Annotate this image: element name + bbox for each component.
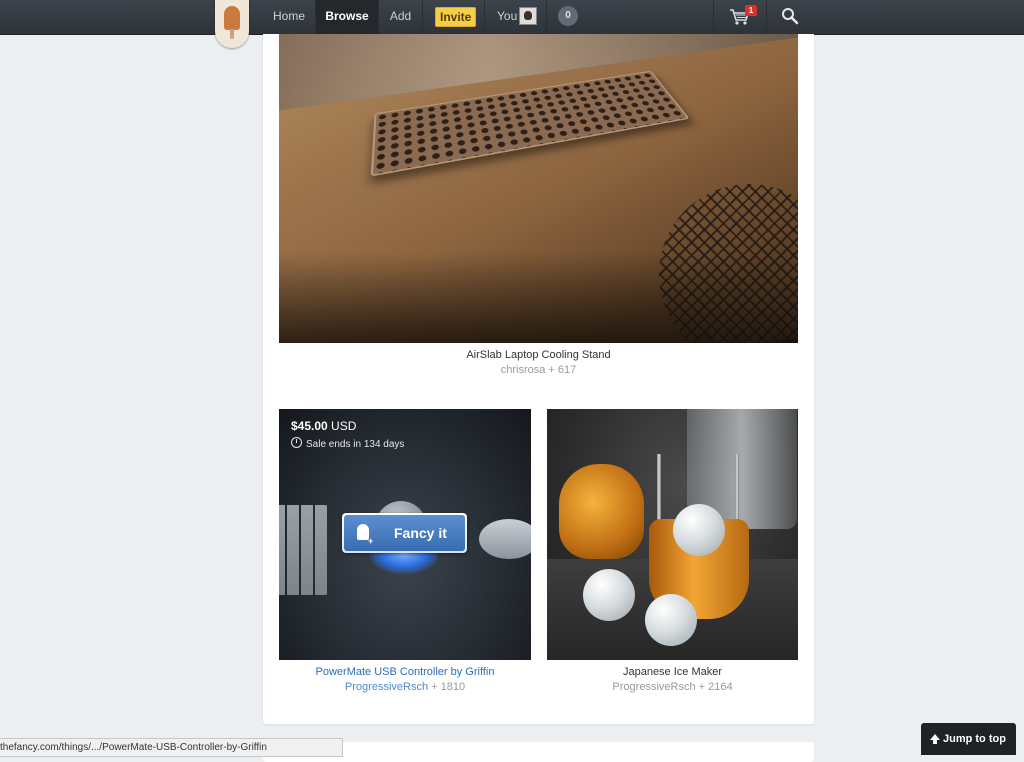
search-icon[interactable] — [781, 7, 799, 25]
image-ice-ball — [583, 569, 635, 621]
nav-divider — [484, 0, 485, 34]
airslab-title-link[interactable]: AirSlab Laptop Cooling Stand — [279, 349, 798, 361]
price-currency: USD — [331, 419, 356, 433]
nav-divider — [422, 0, 423, 34]
avatar[interactable] — [519, 7, 537, 25]
notification-count-badge[interactable]: 0 — [558, 6, 578, 26]
fancy-it-button[interactable]: + Fancy it — [342, 513, 467, 553]
image-mouse — [479, 519, 531, 559]
invite-button[interactable]: Invite — [435, 7, 476, 27]
sale-text: Sale ends in 134 days — [306, 439, 404, 450]
nav-divider — [546, 0, 547, 34]
nav-divider — [766, 0, 767, 34]
image-shadow — [279, 254, 798, 343]
plus-icon: + — [368, 537, 373, 546]
ice-maker-user-link[interactable]: ProgressiveRsch — [612, 681, 695, 693]
logo-popsicle-icon[interactable] — [215, 0, 249, 48]
image-ice-ball — [645, 594, 697, 646]
price-amount: $45.00 — [291, 419, 328, 433]
nav-home-link[interactable]: Home — [264, 0, 314, 34]
fancy-it-button-face: + Fancy it — [344, 515, 465, 551]
clock-icon — [291, 437, 302, 448]
powermate-fancy-count: + 1810 — [431, 681, 465, 693]
nav-divider — [713, 0, 714, 34]
image-keyboard — [279, 505, 329, 595]
popsicle-stick — [230, 29, 234, 39]
ice-maker-attribution: ProgressiveRsch + 2164 — [547, 681, 798, 693]
powermate-user-link[interactable]: ProgressiveRsch — [345, 681, 428, 693]
arrow-up-stem — [933, 739, 937, 744]
airslab-fancy-count: + 617 — [548, 364, 576, 376]
airslab-user-link[interactable]: chrisrosa — [501, 364, 546, 376]
ice-maker-product-image[interactable] — [547, 409, 798, 660]
avatar-face — [524, 11, 532, 20]
jump-to-top-label: Jump to top — [943, 733, 1006, 745]
ice-maker-title-link[interactable]: Japanese Ice Maker — [547, 666, 798, 678]
top-nav-bar: Home Browse Add Invite You 0 1 — [0, 0, 1024, 35]
cart-count-badge: 1 — [745, 5, 757, 16]
browser-status-url: thefancy.com/things/.../PowerMate-USB-Co… — [0, 738, 343, 757]
powermate-title-link[interactable]: PowerMate USB Controller by Griffin — [279, 666, 531, 678]
fancy-it-label: Fancy it — [394, 515, 447, 551]
nav-browse-link[interactable]: Browse — [316, 0, 378, 34]
image-copper-mold-left — [559, 464, 644, 559]
jump-to-top-button[interactable]: Jump to top — [921, 723, 1016, 755]
powermate-attribution: ProgressiveRsch + 1810 — [279, 681, 531, 693]
nav-you-link[interactable]: You — [497, 0, 517, 34]
airslab-attribution: chrisrosa + 617 — [279, 364, 798, 376]
next-content-card — [263, 742, 814, 762]
popsicle-shape — [224, 6, 240, 30]
image-ice-ball — [673, 504, 725, 556]
nav-add-link[interactable]: Add — [379, 0, 422, 34]
price-tag: $45.00 USD — [291, 419, 356, 433]
airslab-product-image[interactable] — [279, 34, 798, 343]
ice-maker-fancy-count: + 2164 — [699, 681, 733, 693]
sale-countdown: Sale ends in 134 days — [291, 437, 404, 450]
